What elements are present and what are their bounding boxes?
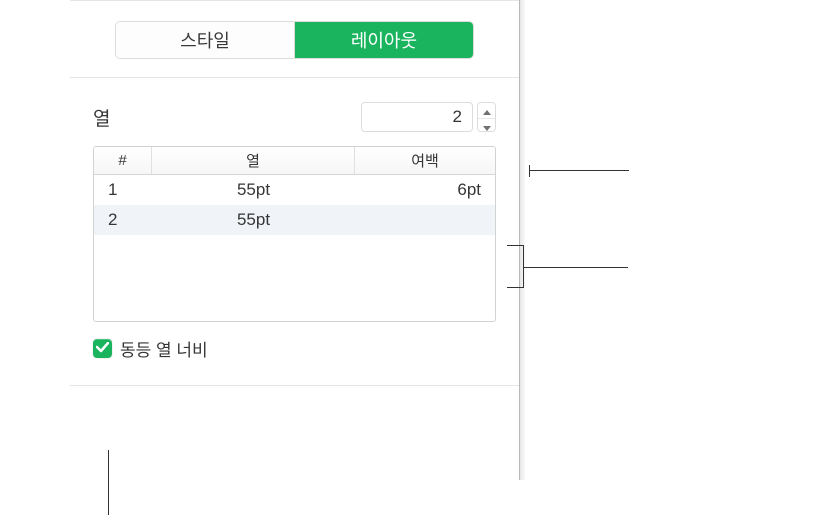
table-header: # 열 여백 bbox=[94, 147, 495, 175]
col-header-width[interactable]: 열 bbox=[152, 147, 355, 174]
tab-bar: 스타일 레이아웃 bbox=[70, 0, 519, 78]
tab-layout[interactable]: 레이아웃 bbox=[294, 22, 473, 58]
columns-header-row: 열 bbox=[93, 102, 496, 132]
callout-leader bbox=[507, 245, 524, 288]
equal-width-checkbox[interactable] bbox=[93, 339, 112, 358]
tab-style[interactable]: 스타일 bbox=[116, 22, 294, 58]
stepper-up-button[interactable] bbox=[478, 103, 495, 118]
col-header-index[interactable]: # bbox=[94, 147, 152, 174]
callout-leader bbox=[529, 170, 629, 171]
cell-width: 55pt bbox=[152, 180, 355, 200]
segmented-control: 스타일 레이아웃 bbox=[115, 21, 474, 59]
cell-gutter: 6pt bbox=[355, 180, 495, 200]
cell-width: 55pt bbox=[152, 210, 355, 230]
table-body: 1 55pt 6pt 2 55pt bbox=[94, 175, 495, 235]
table-row[interactable]: 1 55pt 6pt bbox=[94, 175, 495, 205]
chevron-down-icon bbox=[483, 119, 491, 132]
cell-index: 1 bbox=[94, 180, 152, 200]
checkmark-icon bbox=[96, 341, 109, 356]
cell-index: 2 bbox=[94, 210, 152, 230]
callout-leader bbox=[524, 267, 628, 268]
column-count-input[interactable] bbox=[361, 102, 473, 132]
stepper-buttons bbox=[477, 102, 496, 132]
callout-leader bbox=[108, 450, 109, 515]
equal-width-row: 동등 열 너비 bbox=[93, 336, 496, 361]
columns-section: 열 # bbox=[70, 78, 519, 386]
panel-shadow bbox=[520, 0, 526, 480]
col-header-gutter[interactable]: 여백 bbox=[355, 147, 495, 174]
columns-table: # 열 여백 1 55pt 6pt 2 55pt bbox=[93, 146, 496, 322]
column-count-stepper bbox=[361, 102, 496, 132]
stepper-down-button[interactable] bbox=[478, 118, 495, 132]
columns-label: 열 bbox=[93, 104, 110, 131]
chevron-up-icon bbox=[483, 103, 491, 118]
layout-inspector-panel: 스타일 레이아웃 열 bbox=[70, 0, 520, 480]
equal-width-label: 동등 열 너비 bbox=[120, 336, 208, 361]
table-row[interactable]: 2 55pt bbox=[94, 205, 495, 235]
